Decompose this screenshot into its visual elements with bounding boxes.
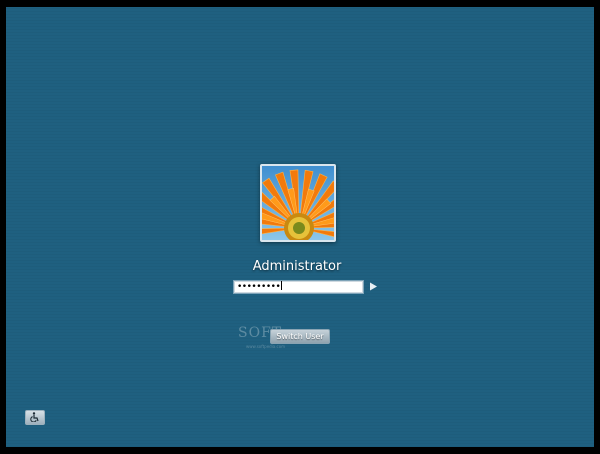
ease-of-access-button[interactable]	[25, 410, 45, 425]
user-name-label: Administrator	[252, 259, 342, 274]
arrow-right-icon	[369, 282, 377, 291]
orange-daisy-avatar-image	[262, 166, 334, 240]
switch-user-button[interactable]: Switch User	[270, 329, 330, 344]
submit-arrow-button[interactable]	[366, 280, 380, 294]
login-screen: Administrator ••••••••• SOFT www.softped…	[6, 7, 594, 447]
wheelchair-accessibility-icon	[30, 412, 39, 422]
softpedia-watermark-url: www.softpedia.com	[246, 344, 286, 349]
password-masked-value: •••••••••	[237, 282, 281, 292]
text-caret	[281, 281, 283, 290]
password-field[interactable]: •••••••••	[233, 280, 364, 294]
user-avatar	[260, 164, 336, 242]
